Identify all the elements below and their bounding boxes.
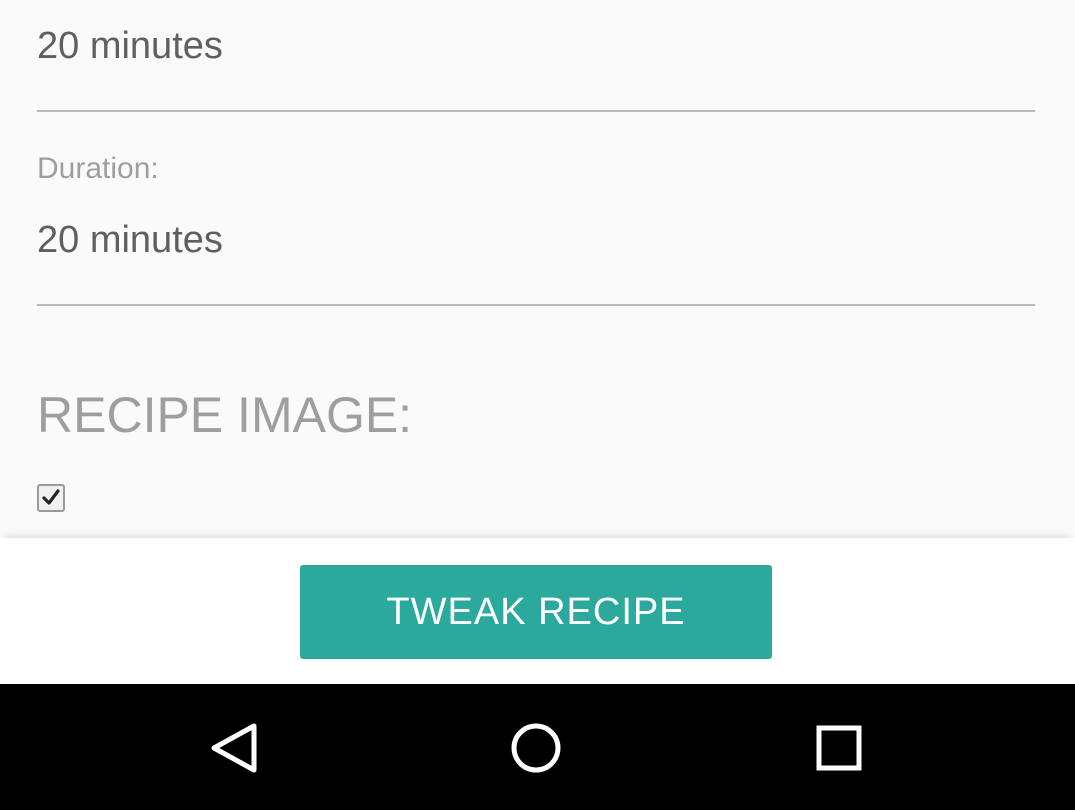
duration-label: Duration: [37, 152, 159, 185]
recents-icon[interactable] [811, 720, 867, 776]
duration-field[interactable]: 20 minutes [37, 221, 223, 259]
recipe-form: 20 minutes Duration: 20 minutes RECIPE I… [0, 0, 1075, 538]
recipe-image-title: RECIPE IMAGE: [37, 387, 413, 443]
home-icon[interactable] [508, 720, 564, 776]
prep-time-field[interactable]: 20 minutes [37, 27, 223, 65]
system-navigation-bar [0, 684, 1075, 810]
back-icon[interactable] [206, 720, 262, 776]
recipe-image-checkbox[interactable] [37, 484, 65, 512]
screen: 20 minutes Duration: 20 minutes RECIPE I… [0, 0, 1075, 810]
duration-underline [37, 304, 1035, 306]
action-bar: TWEAK RECIPE [0, 538, 1075, 684]
prep-time-underline [37, 110, 1035, 112]
checkmark-icon [42, 489, 60, 505]
tweak-recipe-button[interactable]: TWEAK RECIPE [300, 565, 772, 659]
